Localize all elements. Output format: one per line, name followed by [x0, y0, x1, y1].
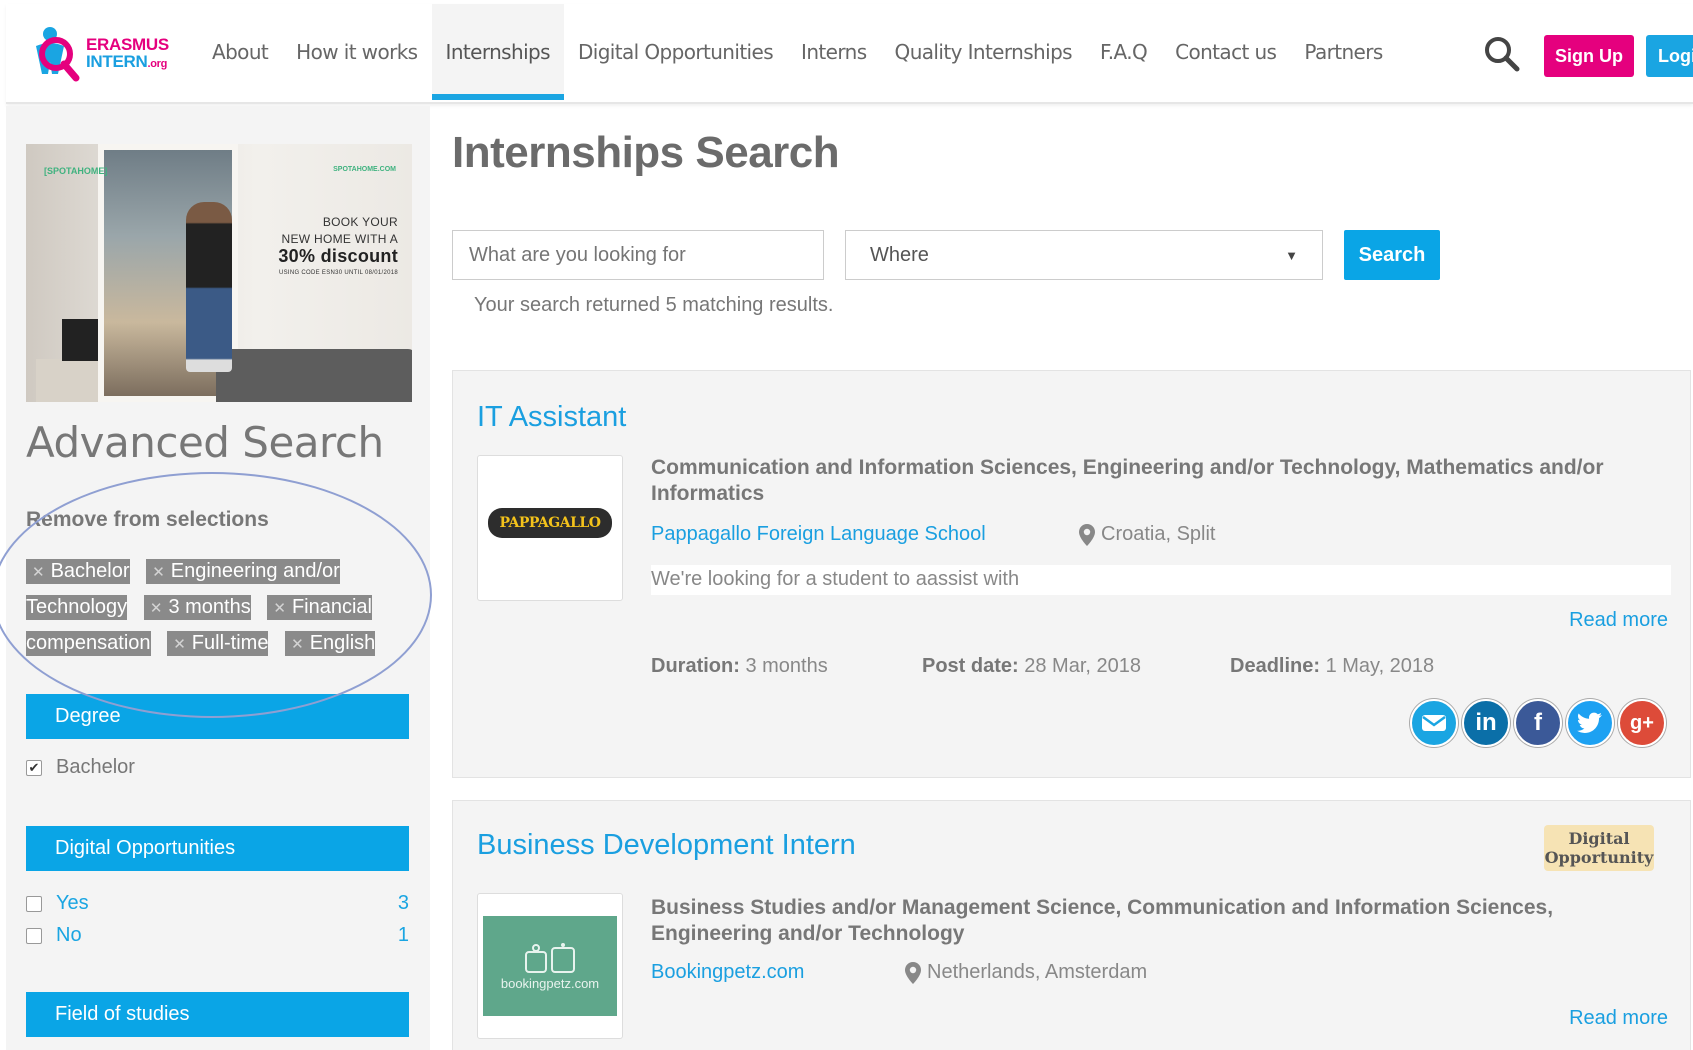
yes-checkbox[interactable]: [26, 895, 42, 912]
results-count: Your search returned 5 matching results.: [474, 294, 834, 316]
bachelor-checkbox[interactable]: ✔: [26, 759, 42, 776]
remove-icon[interactable]: ✕: [173, 636, 186, 653]
deadline: Deadline: 1 May, 2018: [1230, 655, 1435, 677]
caret-down-icon: ▼: [1285, 247, 1298, 263]
company-logo[interactable]: PAPPAGALLO: [477, 455, 623, 601]
linkedin-icon[interactable]: in: [1462, 699, 1510, 747]
ad-discount: 30% discount: [278, 246, 398, 266]
map-pin-icon: [1079, 523, 1095, 546]
listing-location: Netherlands, Amsterdam: [905, 961, 1147, 984]
logo-text: ERASMUS INTERN.org: [86, 36, 169, 73]
remove-icon[interactable]: ✕: [273, 600, 286, 617]
share-buttons: in f g+: [1410, 699, 1666, 747]
company-link[interactable]: Bookingpetz.com: [651, 961, 804, 984]
remove-icon[interactable]: ✕: [32, 564, 45, 581]
bookingpetz-logo: bookingpetz.com: [483, 916, 617, 1016]
search-input[interactable]: [452, 230, 824, 280]
page-title: Internships Search: [452, 128, 840, 177]
remove-selections-title: Remove from selections: [26, 508, 269, 531]
advanced-search-title: Advanced Search: [26, 418, 384, 467]
bachelor-label: Bachelor: [56, 756, 135, 778]
email-icon[interactable]: [1410, 699, 1458, 747]
login-button[interactable]: Login: [1646, 35, 1693, 77]
sign-up-button[interactable]: Sign Up: [1544, 35, 1634, 77]
google-plus-icon[interactable]: g+: [1618, 699, 1666, 747]
twitter-icon[interactable]: [1566, 699, 1614, 747]
top-header: ERASMUS INTERN.org About How it works In…: [6, 4, 1693, 104]
bookingpetz-logo-text: bookingpetz.com: [500, 975, 600, 991]
nav-about[interactable]: About: [198, 4, 282, 100]
remove-icon[interactable]: ✕: [291, 636, 304, 653]
filter-chip-full-time[interactable]: ✕ Full-time: [167, 631, 269, 656]
no-checkbox[interactable]: [26, 927, 42, 944]
ad-code: USING CODE ESN30 UNTIL 08/01/2018: [278, 270, 398, 276]
site-logo[interactable]: ERASMUS INTERN.org: [28, 24, 178, 90]
ad-couch: [216, 349, 412, 402]
logo-line1: ERASMUS: [86, 35, 169, 54]
nav-contact-us[interactable]: Contact us: [1161, 4, 1290, 100]
search-button[interactable]: Search: [1344, 230, 1440, 280]
company-logo[interactable]: bookingpetz.com: [477, 893, 623, 1039]
listing-description: We're looking for a student to aassist w…: [651, 565, 1671, 595]
listing-card: Business Development Intern Digital Oppo…: [452, 800, 1691, 1050]
header-search-icon[interactable]: [1482, 34, 1522, 74]
digital-option-no[interactable]: No 1: [26, 924, 409, 947]
nav-interns[interactable]: Interns: [787, 4, 881, 100]
nav-faq[interactable]: F.A.Q: [1086, 4, 1161, 100]
nav-quality-internships[interactable]: Quality Internships: [881, 4, 1086, 100]
location-text: Netherlands, Amsterdam: [927, 961, 1148, 983]
ad-line1: BOOK YOUR: [322, 215, 398, 229]
logo-figure-icon: [36, 27, 80, 82]
ad-brand-left: [SPOTAHOME]: [44, 166, 108, 176]
location-select[interactable]: Where ▼: [845, 230, 1323, 280]
listing-fields: Communication and Information Sciences, …: [651, 456, 1604, 505]
logo-line2: INTERN.org: [86, 52, 168, 71]
no-label[interactable]: No: [56, 924, 82, 947]
main-nav: About How it works Internships Digital O…: [198, 4, 1397, 100]
degree-option-bachelor[interactable]: ✔ Bachelor: [26, 756, 409, 779]
degree-filter-header[interactable]: Degree: [26, 694, 409, 739]
location-text: Croatia, Split: [1101, 523, 1216, 545]
post-date: Post date: 28 Mar, 2018: [922, 655, 1141, 677]
digital-opportunity-badge: Digital Opportunity: [1544, 825, 1654, 871]
map-pin-icon: [905, 961, 921, 984]
nav-how-it-works[interactable]: How it works: [282, 4, 431, 100]
selected-filters: ✕ Bachelor ✕ Engineering and/or Technology…: [26, 554, 406, 662]
no-count: 1: [397, 924, 409, 946]
filter-chip-3-months[interactable]: ✕ 3 months: [143, 595, 251, 620]
digital-option-yes[interactable]: Yes 3: [26, 892, 409, 915]
pets-icon: [525, 942, 575, 973]
digital-opportunities-filter-header[interactable]: Digital Opportunities: [26, 826, 409, 871]
company-link[interactable]: Pappagallo Foreign Language School: [651, 523, 986, 546]
remove-icon[interactable]: ✕: [152, 564, 165, 581]
listing-fields: Business Studies and/or Management Scien…: [651, 896, 1554, 945]
pappagallo-logo: PAPPAGALLO: [488, 508, 612, 538]
listing-card: IT Assistant PAPPAGALLO Communication an…: [452, 370, 1691, 778]
ad-brand-right: SPOTAHOME.COM: [333, 166, 396, 173]
listing-title[interactable]: IT Assistant: [477, 401, 626, 434]
listing-location: Croatia, Split: [1079, 523, 1216, 546]
location-select-value: Where: [870, 243, 929, 266]
sidebar: [SPOTAHOME] SPOTAHOME.COM BOOK YOUR NEW …: [6, 106, 430, 1050]
ad-text: BOOK YOUR NEW HOME WITH A 30% discount U…: [278, 214, 398, 282]
read-more-link[interactable]: Read more: [1569, 1007, 1668, 1030]
yes-count: 3: [397, 892, 409, 914]
filter-chip-english[interactable]: ✕ English: [285, 631, 376, 656]
field-of-studies-filter-header[interactable]: Field of studies: [26, 992, 409, 1037]
ad-person: [186, 202, 232, 372]
listing-title[interactable]: Business Development Intern: [477, 829, 856, 862]
facebook-icon[interactable]: f: [1514, 699, 1562, 747]
filter-chip-bachelor[interactable]: ✕ Bachelor: [26, 559, 130, 584]
yes-label[interactable]: Yes: [56, 892, 89, 915]
duration: Duration: 3 months: [651, 655, 828, 677]
spotahome-ad-banner[interactable]: [SPOTAHOME] SPOTAHOME.COM BOOK YOUR NEW …: [26, 144, 412, 402]
read-more-link[interactable]: Read more: [1569, 609, 1668, 632]
nav-partners[interactable]: Partners: [1290, 4, 1396, 100]
remove-icon[interactable]: ✕: [150, 600, 163, 617]
nav-internships[interactable]: Internships: [431, 4, 564, 100]
nav-digital-opportunities[interactable]: Digital Opportunities: [564, 4, 787, 100]
